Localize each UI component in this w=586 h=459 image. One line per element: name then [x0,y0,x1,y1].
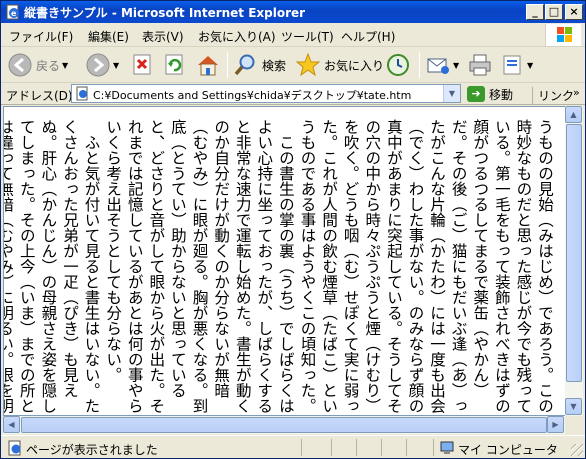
status-divider [406,439,407,456]
menu-favorites[interactable]: お気に入り(A) [198,28,276,45]
search-icon [234,54,255,76]
back-button[interactable]: 戻る ▼ [7,50,68,80]
links-button[interactable]: リンク [532,87,574,104]
address-url: C:¥Documents and Settings¥chida¥デスクトップ¥t… [93,89,412,102]
svg-text:e: e [11,9,17,18]
minimize-button[interactable]: _ [526,4,544,20]
maximize-button[interactable]: □ [545,4,563,20]
page-content[interactable]: うものの見始（みはじめ）であろう。この時妙なものだと思った感じが今でも残っている… [3,106,565,416]
back-dropdown-icon[interactable]: ▼ [62,61,68,70]
go-arrow-icon: ➔ [467,86,485,102]
toolbar: 戻る ▼ ▼ 検索 お気に入り ▼ ▼ [1,47,585,83]
stop-icon [133,54,151,75]
window-title: 縦書きサンプル - Microsoft Internet Explorer [24,6,306,20]
page-done-icon [8,440,21,456]
search-button[interactable]: 検索 [233,50,286,80]
status-divider [356,439,357,456]
vertical-scroll-thumb[interactable] [566,124,582,382]
browser-window: e 縦書きサンプル - Microsoft Internet Explorer … [0,0,586,459]
forward-dropdown-icon[interactable]: ▼ [113,61,119,70]
windows-logo-icon [545,24,581,46]
back-arrow-icon [8,53,32,77]
home-button[interactable] [195,50,221,80]
horizontal-scrollbar[interactable]: ◀ ▶ [3,416,565,434]
links-chevron-icon[interactable]: » [573,86,580,99]
menu-tools[interactable]: ツール(T) [281,28,334,45]
my-computer-icon [440,441,454,454]
forward-button[interactable]: ▼ [85,50,119,80]
favorites-label: お気に入り [324,58,385,73]
status-divider [301,439,302,456]
forward-arrow-icon [86,53,110,77]
favorites-star-icon [295,52,321,77]
status-text: ページが表示されました [26,443,158,457]
scroll-down-icon[interactable]: ▼ [565,398,582,415]
status-divider [381,439,382,456]
refresh-button[interactable] [163,50,187,80]
ie-page-icon: e [6,4,19,20]
menu-edit[interactable]: 編集(E) [88,28,129,45]
address-bar: アドレス(D) C:¥Documents and Settings¥chida¥… [1,83,585,105]
address-dropdown-icon[interactable]: ▼ [443,85,460,102]
close-button[interactable]: × [565,4,583,20]
status-bar: ページが表示されました マイ コンピュータ [1,435,585,458]
scroll-left-icon[interactable]: ◀ [3,416,20,433]
status-divider [433,439,434,456]
printer-icon [469,54,491,76]
vertical-scrollbar[interactable]: ▲ ▼ [565,106,583,416]
vertical-text-body: うものの見始（みはじめ）であろう。この時妙なものだと思った感じが今でも残っている… [3,119,554,414]
stop-button[interactable] [131,50,155,80]
search-label: 検索 [262,58,287,73]
menu-help[interactable]: ヘルプ(H) [341,28,395,45]
address-input[interactable]: C:¥Documents and Settings¥chida¥デスクトップ¥t… [71,84,461,103]
go-button[interactable]: ➔ 移動 [467,85,513,103]
status-divider [331,439,332,456]
toolbar-separator [419,52,420,78]
mail-icon [427,58,449,74]
scroll-up-icon[interactable]: ▲ [565,106,582,123]
mail-dropdown-icon[interactable]: ▼ [453,61,459,70]
go-label: 移動 [489,87,514,102]
security-zone-text: マイ コンピュータ [458,443,558,457]
history-icon [387,54,409,76]
menu-view[interactable]: 表示(V) [142,28,184,45]
refresh-icon [165,54,183,75]
horizontal-scroll-thumb[interactable] [21,417,547,433]
resize-grip-icon[interactable] [571,444,583,456]
scrollbar-corner [565,416,583,434]
home-icon [198,56,218,76]
print-button[interactable] [467,50,493,80]
history-button[interactable] [385,50,411,80]
menu-file[interactable]: ファイル(F) [9,28,73,45]
scroll-right-icon[interactable]: ▶ [547,416,564,433]
favorites-button[interactable]: お気に入り [295,50,384,80]
toolbar-separator [227,52,228,78]
mail-button[interactable]: ▼ [425,50,459,80]
title-bar[interactable]: e 縦書きサンプル - Microsoft Internet Explorer … [1,1,585,23]
page-icon [76,86,88,101]
edit-dropdown-icon[interactable]: ▼ [527,61,533,70]
menu-bar: ファイル(F) 編集(E) 表示(V) お気に入り(A) ツール(T) ヘルプ(… [1,23,585,47]
edit-page-icon [503,55,521,75]
back-label: 戻る [36,58,61,73]
address-label: アドレス(D) [6,89,73,103]
edit-button[interactable]: ▼ [501,50,533,80]
